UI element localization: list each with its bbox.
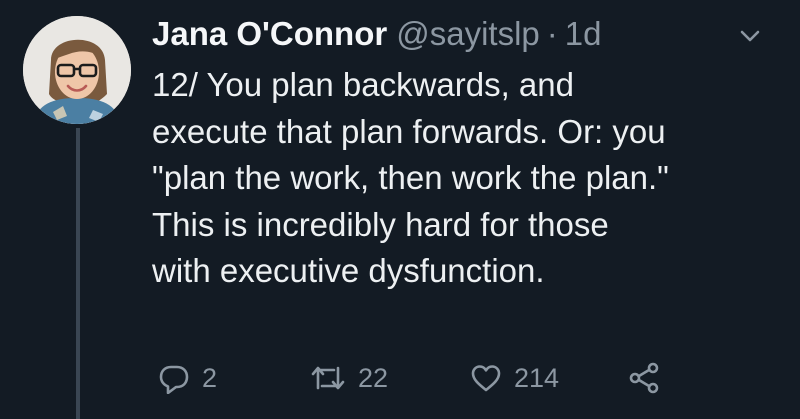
tweet-text-line: This is incredibly hard for those	[152, 205, 609, 243]
thread-line	[76, 128, 80, 419]
share-icon	[629, 362, 659, 394]
tweet-actions: 2 22 214	[152, 358, 712, 398]
tweet-text: 12/ You plan backwards, and execute that…	[152, 62, 772, 295]
tweet-text-line: 12/ You plan backwards, and	[152, 66, 574, 103]
timestamp[interactable]: 1d	[565, 12, 602, 56]
retweet-icon	[311, 366, 345, 390]
reply-button[interactable]: 2	[158, 358, 217, 398]
author-name[interactable]: Jana O'Connor	[152, 12, 387, 56]
retweet-button[interactable]: 22	[310, 358, 388, 398]
chevron-down-icon[interactable]	[738, 24, 762, 48]
tweet[interactable]: Jana O'Connor @sayitslp · 1d 12/ You pla…	[0, 0, 800, 419]
tweet-text-line: execute that plan forwards. Or: you	[152, 112, 666, 150]
avatar-image	[23, 16, 131, 124]
like-button[interactable]: 214	[470, 358, 559, 398]
share-button[interactable]	[628, 358, 660, 398]
like-icon	[471, 365, 501, 392]
tweet-text-line: "plan the work, then work the plan."	[152, 159, 669, 196]
reply-count: 2	[202, 362, 218, 393]
avatar[interactable]	[23, 16, 131, 124]
author-handle[interactable]: @sayitslp	[396, 12, 540, 56]
tweet-text-line: with executive dysfunction.	[152, 252, 545, 289]
tweet-header: Jana O'Connor @sayitslp · 1d	[152, 12, 601, 56]
like-count: 214	[514, 362, 560, 393]
reply-icon	[159, 365, 189, 394]
retweet-count: 22	[358, 362, 389, 393]
separator-dot: ·	[546, 15, 558, 52]
